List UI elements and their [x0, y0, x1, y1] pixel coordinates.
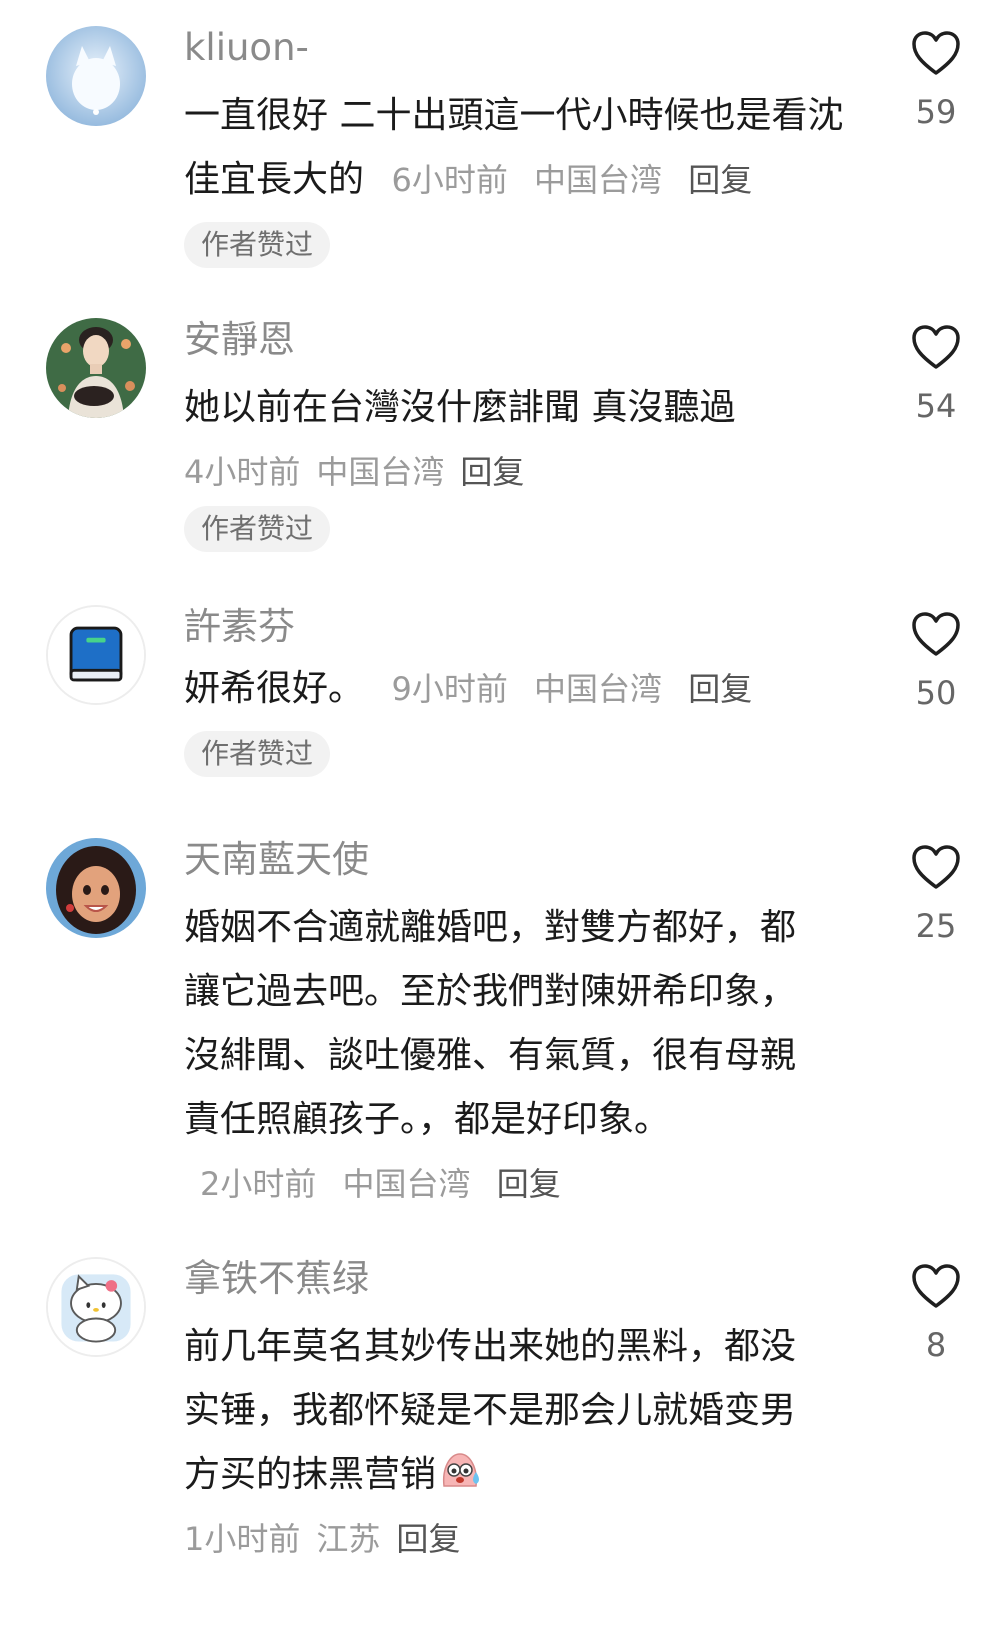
hello-kitty-avatar-icon [48, 1259, 144, 1355]
comment-text: 一直很好 二十出頭這一代小時候也是看沈佳宜長大的 6小时前 中国台湾 回复 [184, 84, 844, 212]
heart-icon[interactable] [911, 844, 961, 890]
username[interactable]: 天南藍天使 [184, 840, 844, 880]
avatar[interactable] [46, 605, 146, 705]
comment-location: 中国台湾 [534, 161, 663, 199]
like-count: 25 [915, 907, 957, 945]
comment-body: 她以前在台灣沒什麼誹聞 真沒聽過 [184, 387, 736, 428]
comment-location: 中国台湾 [534, 670, 663, 708]
comment-body: 妍希很好。 [184, 668, 365, 709]
heart-icon[interactable] [911, 30, 961, 76]
comment-meta: 6小时前 中国台湾 回复 [375, 161, 752, 199]
heart-icon[interactable] [911, 611, 961, 657]
comment-text: 前几年莫名其妙传出来她的黑料，都没实锤，我都怀疑是不是那会儿就婚变男方买的抹黑营… [184, 1315, 804, 1507]
heart-icon[interactable] [911, 1263, 961, 1309]
comment-text: 她以前在台灣沒什麼誹聞 真沒聽過 [184, 376, 844, 440]
avatar[interactable] [46, 318, 146, 418]
comment-time: 9小时前 [391, 670, 508, 708]
like-button[interactable]: 59 [904, 30, 968, 130]
like-button[interactable]: 25 [904, 844, 968, 944]
heart-icon[interactable] [911, 324, 961, 370]
comment-location: 中国台湾 [342, 1165, 471, 1203]
like-count: 50 [915, 674, 957, 712]
avatar[interactable] [46, 838, 146, 938]
reply-button[interactable]: 回复 [460, 453, 524, 491]
username[interactable]: 拿铁不蕉绿 [184, 1259, 844, 1299]
blue-book-avatar-icon [48, 607, 144, 703]
author-liked-badge: 作者赞过 [184, 506, 331, 552]
reply-button[interactable]: 回复 [688, 670, 752, 708]
comment-meta: 9小时前 中国台湾 回复 [375, 670, 752, 708]
comment-time: 1小时前 [184, 1520, 301, 1558]
comment-time: 6小时前 [391, 161, 508, 199]
like-button[interactable]: 8 [904, 1263, 968, 1363]
comment-location: 江苏 [316, 1520, 381, 1558]
white-cat-avatar-icon [46, 26, 146, 126]
comment-time: 4小时前 [184, 453, 301, 491]
like-button[interactable]: 50 [904, 611, 968, 711]
comment-text: 妍希很好。 9小时前 中国台湾 回复 [184, 657, 844, 721]
like-count: 8 [925, 1326, 947, 1364]
like-count: 59 [915, 93, 957, 131]
avatar[interactable] [46, 26, 146, 126]
comment-text: 婚姻不合適就離婚吧，對雙方都好，都讓它過去吧。至於我們對陳妍希印象，沒緋聞、談吐… [184, 896, 804, 1216]
reply-button[interactable]: 回复 [396, 1520, 460, 1558]
reply-button[interactable]: 回复 [688, 161, 752, 199]
comment-meta: 2小时前 中国台湾 回复 [184, 1165, 561, 1203]
comment-meta: 4小时前 中国台湾 回复 [184, 440, 844, 504]
reply-button[interactable]: 回复 [497, 1165, 561, 1203]
author-liked-badge: 作者赞过 [184, 731, 331, 777]
like-button[interactable]: 54 [904, 324, 968, 424]
author-liked-badge: 作者赞过 [184, 222, 331, 268]
woman-painting-avatar-icon [46, 318, 146, 418]
comment-meta: 1小时前 江苏 回复 [184, 1507, 844, 1571]
avatar[interactable] [46, 1257, 146, 1357]
username[interactable]: 安靜恩 [184, 320, 844, 360]
username[interactable]: 許素芬 [184, 607, 844, 647]
like-count: 54 [915, 387, 957, 425]
sweating-face-emoji-icon [436, 1446, 484, 1494]
comment-location: 中国台湾 [316, 453, 445, 491]
username[interactable]: kliuon- [184, 28, 844, 68]
comment-body: 前几年莫名其妙传出来她的黑料，都没实锤，我都怀疑是不是那会儿就婚变男方买的抹黑营… [184, 1326, 797, 1495]
comment-body: 婚姻不合適就離婚吧，對雙方都好，都讓它過去吧。至於我們對陳妍希印象，沒緋聞、談吐… [184, 907, 797, 1140]
cartoon-girl-avatar-icon [46, 838, 146, 938]
comment-time: 2小时前 [200, 1165, 317, 1203]
